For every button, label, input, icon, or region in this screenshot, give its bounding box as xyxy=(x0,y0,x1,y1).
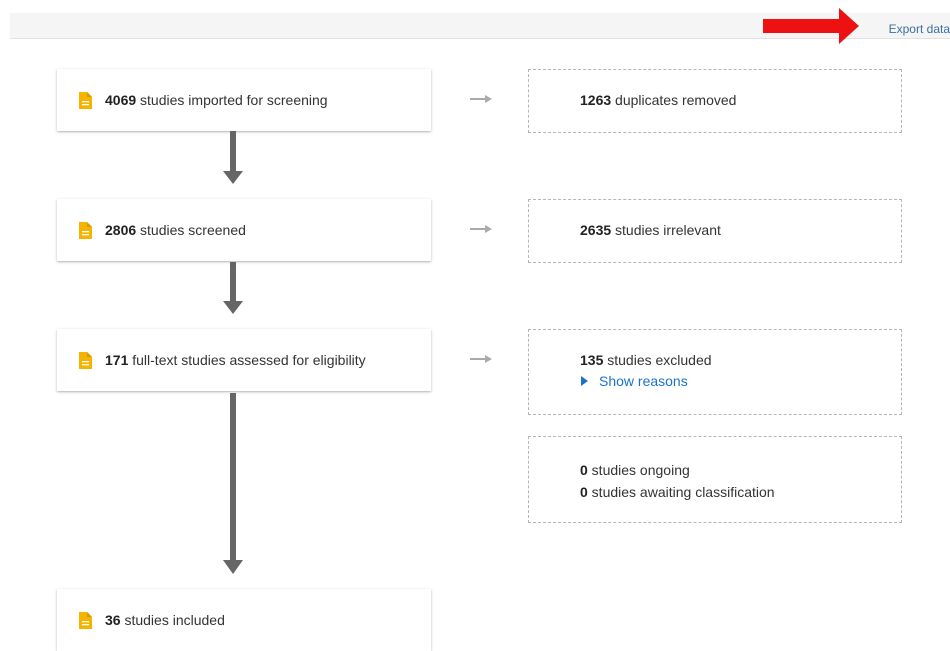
down-arrow xyxy=(223,131,243,184)
right-arrow-icon xyxy=(470,225,492,233)
show-reasons-label: Show reasons xyxy=(599,373,688,389)
document-icon xyxy=(79,611,92,629)
box-ongoing-awaiting: 0 studies ongoing 0 studies awaiting cla… xyxy=(528,436,902,523)
right-arrow-icon xyxy=(470,355,492,363)
card-screened: 2806 studies screened xyxy=(57,199,431,261)
down-arrow xyxy=(223,262,243,314)
card-screened-text: 2806 studies screened xyxy=(105,222,246,238)
document-icon xyxy=(79,91,92,109)
card-fulltext-text: 171 full-text studies assessed for eligi… xyxy=(105,352,366,368)
excluded-text: 135 studies excluded xyxy=(580,352,712,368)
box-excluded: 135 studies excluded Show reasons xyxy=(528,329,902,415)
export-data-link[interactable]: Export data xyxy=(889,22,950,36)
right-arrow-icon xyxy=(470,95,492,103)
awaiting-text: 0 studies awaiting classification xyxy=(580,484,775,500)
box-duplicates: 1263 duplicates removed xyxy=(528,69,902,133)
card-imported: 4069 studies imported for screening xyxy=(57,69,431,131)
triangle-right-icon xyxy=(581,376,588,386)
document-icon xyxy=(79,221,92,239)
document-icon xyxy=(79,351,92,369)
card-imported-text: 4069 studies imported for screening xyxy=(105,92,328,108)
card-included: 36 studies included xyxy=(57,589,431,651)
down-arrow xyxy=(223,393,243,574)
show-reasons-toggle[interactable]: Show reasons xyxy=(580,373,901,389)
box-irrelevant: 2635 studies irrelevant xyxy=(528,199,902,263)
ongoing-text: 0 studies ongoing xyxy=(580,462,690,478)
card-fulltext: 171 full-text studies assessed for eligi… xyxy=(57,329,431,391)
card-included-text: 36 studies included xyxy=(105,612,225,628)
red-arrow-annotation xyxy=(763,8,859,44)
